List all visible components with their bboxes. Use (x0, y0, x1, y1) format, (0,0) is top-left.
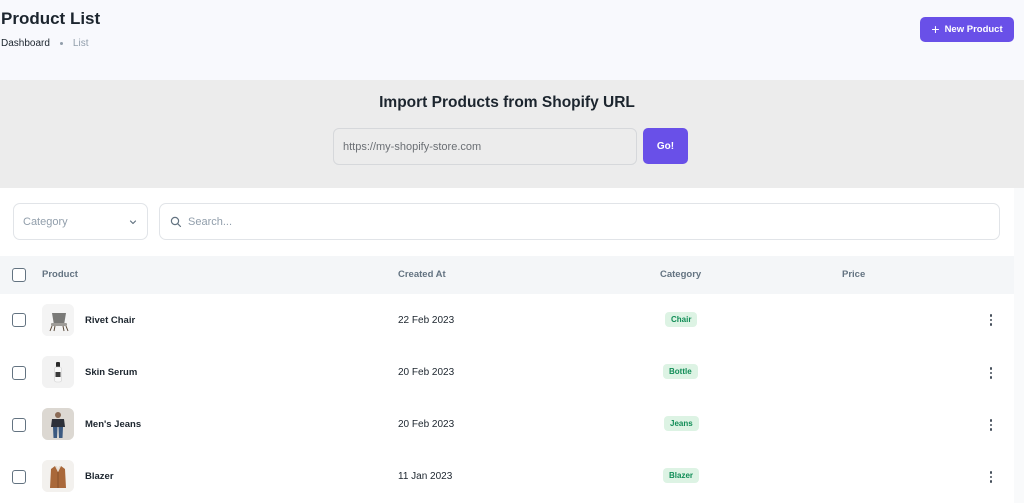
category-badge: Blazer (663, 468, 700, 483)
more-options-icon[interactable] (984, 418, 998, 432)
row-checkbox[interactable] (12, 366, 26, 380)
new-product-label: New Product (944, 24, 1003, 35)
chevron-down-icon (129, 219, 137, 224)
product-name[interactable]: Blazer (85, 471, 114, 482)
more-options-icon[interactable] (984, 470, 998, 484)
column-header-product[interactable]: Product (42, 269, 78, 280)
category-badge: Jeans (664, 416, 699, 431)
breadcrumb-current: List (72, 38, 89, 49)
shopify-url-input[interactable] (333, 128, 637, 165)
blazer-icon (42, 460, 74, 492)
table-row[interactable]: Men's Jeans 20 Feb 2023 Jeans (0, 398, 1014, 450)
import-section: Import Products from Shopify URL Go! (0, 80, 1024, 188)
column-header-price[interactable]: Price (842, 269, 865, 280)
go-button[interactable]: Go! (643, 128, 688, 164)
row-checkbox[interactable] (12, 470, 26, 484)
created-at: 11 Jan 2023 (398, 471, 453, 482)
category-select[interactable]: Category (13, 203, 148, 240)
table-row[interactable]: Skin Serum 20 Feb 2023 Bottle (0, 346, 1014, 398)
table-row[interactable]: Rivet Chair 22 Feb 2023 Chair (0, 294, 1014, 346)
search-box[interactable] (159, 203, 1000, 240)
more-options-icon[interactable] (984, 366, 998, 380)
category-select-value: Category (23, 215, 68, 228)
page-header: Product List Dashboard List + New Produc… (0, 0, 1024, 80)
breadcrumb-dashboard-link[interactable]: Dashboard (1, 38, 50, 49)
select-all-checkbox[interactable] (12, 268, 26, 282)
product-table-card: Category Product Created At Category Pri… (0, 188, 1014, 503)
category-badge: Chair (665, 312, 698, 327)
column-header-category[interactable]: Category (660, 269, 701, 280)
created-at: 20 Feb 2023 (398, 367, 455, 378)
search-icon (170, 216, 182, 227)
more-options-icon[interactable] (984, 313, 998, 327)
created-at: 22 Feb 2023 (398, 315, 455, 326)
category-badge: Bottle (663, 364, 698, 379)
import-title: Import Products from Shopify URL (379, 94, 635, 111)
search-input[interactable] (188, 215, 989, 228)
breadcrumb: Dashboard List (1, 38, 88, 49)
plus-icon: + (931, 21, 940, 37)
column-header-created-at[interactable]: Created At (398, 269, 446, 280)
row-checkbox[interactable] (12, 418, 26, 432)
product-name[interactable]: Skin Serum (85, 367, 137, 378)
created-at: 20 Feb 2023 (398, 419, 455, 430)
bottle-icon (42, 356, 74, 388)
table-header: Product Created At Category Price (0, 256, 1014, 294)
product-name[interactable]: Men's Jeans (85, 419, 141, 430)
table-row[interactable]: Blazer 11 Jan 2023 Blazer (0, 450, 1014, 502)
breadcrumb-separator (59, 42, 63, 45)
chair-icon (42, 304, 74, 336)
page-title: Product List (1, 9, 101, 28)
product-name[interactable]: Rivet Chair (85, 315, 135, 326)
new-product-button[interactable]: + New Product (920, 17, 1014, 42)
jeans-icon (42, 408, 74, 440)
row-checkbox[interactable] (12, 313, 26, 327)
